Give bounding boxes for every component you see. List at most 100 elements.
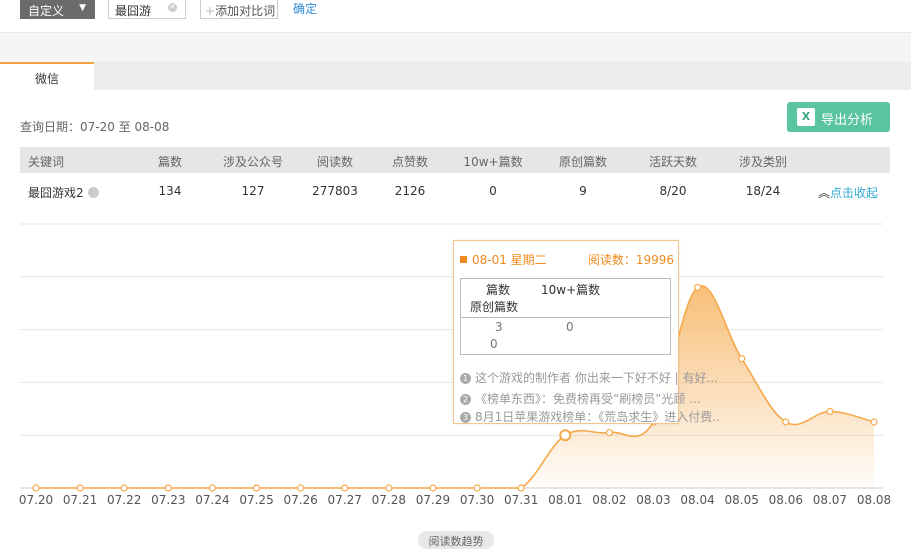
series-marker — [460, 256, 467, 263]
data-point[interactable] — [429, 484, 437, 492]
row-accounts: 127 — [241, 184, 265, 198]
add-compare-input[interactable]: +添加对比词 — [200, 0, 278, 19]
data-point[interactable] — [385, 484, 393, 492]
tooltip-val-original: 0 — [490, 337, 498, 351]
tab-wechat[interactable]: 微信 — [0, 62, 94, 90]
confirm-button[interactable]: 确定 — [293, 0, 317, 17]
x-tick-label: 08.02 — [592, 493, 626, 507]
data-point[interactable] — [738, 355, 746, 363]
col-keyword: 关键词 — [28, 155, 65, 169]
data-point-active[interactable] — [559, 429, 572, 442]
data-point[interactable] — [782, 418, 790, 426]
data-point[interactable] — [826, 407, 834, 416]
tooltip-reads: 阅读数：19996 — [587, 253, 674, 267]
info-icon[interactable] — [87, 187, 99, 198]
col-original: 原创篇数 — [558, 155, 608, 169]
chart-tooltip: 08-01 星期二 阅读数：19996 篇数 10w+篇数 原创篇数 3 0 0… — [453, 240, 720, 424]
x-tick-label: 07.27 — [328, 493, 362, 507]
row-original: 9 — [579, 184, 587, 198]
tooltip-val-10w: 0 — [566, 320, 574, 334]
x-tick-label: 08.06 — [769, 493, 803, 507]
query-date: 查询日期：07-20 至 08-08 — [20, 120, 170, 134]
x-tick-label: 07.22 — [107, 493, 141, 507]
data-point[interactable] — [208, 484, 217, 492]
date-range-label: 自定义 — [28, 4, 65, 18]
data-point[interactable] — [341, 484, 349, 492]
date-range-select[interactable]: 自定义 ▼ — [20, 0, 95, 19]
data-point[interactable] — [76, 484, 84, 492]
tooltip-col-10w: 10w+篇数 — [541, 283, 601, 297]
row-keyword: 最囧游戏2 — [28, 184, 99, 201]
col-articles: 篇数 — [157, 155, 183, 169]
tooltip-news-item[interactable]: 1 这个游戏的制作者 你出来一下好不好 | 有好... — [460, 369, 720, 386]
collapse-label: 点击收起 — [830, 186, 879, 200]
chart-legend[interactable]: 阅读数趋势 — [418, 531, 494, 549]
data-point[interactable] — [473, 484, 481, 492]
x-tick-label: 07.21 — [63, 493, 97, 507]
table-row: 最囧游戏2 134 127 277803 2126 0 9 8/20 18/24… — [20, 178, 890, 206]
number-3-icon: 3 — [460, 412, 471, 423]
x-tick-label: 07.24 — [195, 493, 229, 507]
remove-keyword-icon[interactable]: ✕ — [168, 3, 177, 12]
tooltip-header: 08-01 星期二 阅读数：19996 — [460, 251, 674, 268]
col-reads: 阅读数 — [316, 155, 354, 169]
x-tick-label: 07.26 — [283, 493, 317, 507]
data-point[interactable] — [120, 484, 128, 492]
data-point[interactable] — [252, 484, 261, 492]
news-title: 《榜单东西》：免费榜再受“刷榜员”光顾 ... — [475, 392, 701, 406]
row-keyword-label: 最囧游戏2 — [28, 186, 84, 200]
data-point[interactable] — [693, 283, 702, 291]
col-accounts: 涉及公众号 — [222, 155, 284, 169]
x-tick-label: 07.25 — [239, 493, 273, 507]
table-header: 关键词 篇数 涉及公众号 阅读数 点赞数 10w+篇数 原创篇数 活跃天数 涉及… — [20, 147, 890, 173]
tab-bar: 微信 — [0, 62, 911, 90]
filter-bar: 自定义 ▼ 最囧游 ✕ +添加对比词 确定 — [0, 0, 911, 30]
x-tick-label: 07.29 — [416, 493, 450, 507]
x-tick-label: 08.04 — [680, 493, 714, 507]
col-10w: 10w+篇数 — [463, 155, 523, 169]
tooltip-col-articles: 篇数 — [486, 283, 511, 297]
x-tick-label: 08.01 — [548, 493, 582, 507]
row-articles: 134 — [158, 184, 182, 198]
news-title: 这个游戏的制作者 你出来一下好不好 | 有好... — [475, 371, 718, 385]
x-tick-label: 08.07 — [813, 493, 847, 507]
tooltip-val-articles: 3 — [495, 320, 503, 334]
x-tick-label: 07.20 — [19, 493, 53, 507]
export-label: 导出分析 — [821, 113, 874, 128]
data-point[interactable] — [517, 484, 525, 492]
number-1-icon: 1 — [460, 373, 471, 384]
x-tick-label: 08.05 — [725, 493, 759, 507]
row-likes: 2126 — [394, 184, 426, 198]
keyword-chip-label: 最囧游 — [115, 4, 152, 18]
tooltip-table: 篇数 10w+篇数 原创篇数 3 0 0 — [460, 278, 671, 355]
col-likes: 点赞数 — [391, 155, 429, 169]
number-2-icon: 2 — [460, 394, 471, 405]
keyword-chip[interactable]: 最囧游 ✕ — [108, 0, 186, 19]
x-tick-label: 08.03 — [636, 493, 670, 507]
x-tick-label: 07.23 — [151, 493, 185, 507]
collapse-link[interactable]: ︽点击收起 — [818, 184, 878, 201]
x-tick-label: 07.31 — [504, 493, 538, 507]
col-active-days: 活跃天数 — [648, 155, 698, 169]
data-point[interactable] — [297, 484, 305, 492]
tooltip-separator — [461, 317, 670, 318]
tooltip-news-item[interactable]: 2 《榜单东西》：免费榜再受“刷榜员”光顾 ... — [460, 390, 720, 407]
tooltip-col-original: 原创篇数 — [470, 300, 519, 314]
data-point[interactable] — [32, 484, 40, 492]
x-tick-label: 07.30 — [460, 493, 494, 507]
data-point[interactable] — [164, 484, 172, 492]
row-categories: 18/24 — [745, 184, 781, 198]
excel-icon: X — [797, 108, 815, 126]
add-compare-label: 添加对比词 — [215, 4, 276, 18]
data-point[interactable] — [605, 428, 613, 437]
col-categories: 涉及类别 — [738, 155, 788, 169]
news-title: 8月1日苹果游戏榜单：《荒岛求生》进入付费... — [475, 410, 720, 424]
row-active-days: 8/20 — [659, 184, 687, 198]
x-tick-label: 08.08 — [857, 493, 891, 507]
section-divider — [0, 32, 911, 62]
data-point[interactable] — [870, 418, 878, 426]
tooltip-date: 08-01 星期二 — [472, 253, 547, 267]
export-button[interactable]: X 导出分析 — [787, 102, 890, 132]
dropdown-arrow-icon: ▼ — [79, 3, 86, 13]
tooltip-news-item[interactable]: 3 8月1日苹果游戏榜单：《荒岛求生》进入付费... — [460, 408, 720, 425]
